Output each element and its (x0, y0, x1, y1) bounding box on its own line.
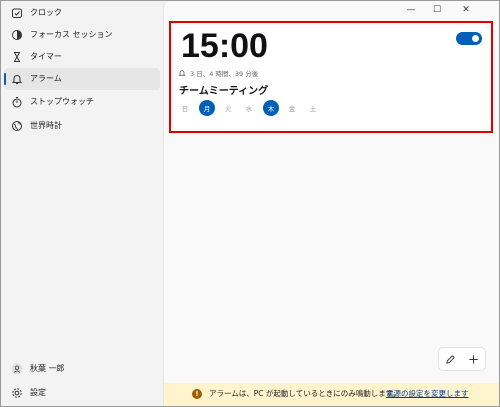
user-account[interactable]: 秋葉 一郎 (4, 358, 160, 380)
bell-icon (10, 72, 24, 86)
hourglass-icon (10, 50, 24, 64)
info-message: アラームは、PC が起動しているときにのみ鳴動します。 (209, 389, 400, 398)
person-icon (10, 362, 24, 376)
sidebar-item-clock[interactable]: クロック (4, 2, 160, 24)
sidebar: クロック フォーカス セッション タイマー アラーム ストップウォッチ 世界時計… (1, 1, 163, 406)
user-name: 秋葉 一郎 (30, 364, 65, 373)
add-alarm-button[interactable] (468, 354, 479, 365)
focus-icon (10, 28, 24, 42)
clock-icon (10, 6, 24, 20)
alarm-actions (438, 347, 486, 371)
sidebar-item-stopwatch[interactable]: ストップウォッチ (4, 91, 160, 113)
globe-icon (10, 119, 24, 133)
sidebar-item-alarm[interactable]: アラーム (4, 68, 160, 90)
sidebar-item-label: クロック (30, 8, 62, 17)
close-button[interactable]: ✕ (455, 3, 477, 17)
selected-indicator (4, 73, 6, 85)
sidebar-item-world-clock[interactable]: 世界時計 (4, 115, 160, 137)
stopwatch-icon (10, 95, 24, 109)
gear-icon (10, 386, 24, 400)
sidebar-item-label: タイマー (30, 52, 62, 61)
sidebar-item-label: 世界時計 (30, 121, 62, 130)
alarm-app-window: クロック フォーカス セッション タイマー アラーム ストップウォッチ 世界時計… (0, 0, 500, 407)
sidebar-item-settings[interactable]: 設定 (4, 382, 160, 404)
close-icon: ✕ (462, 5, 470, 15)
pencil-icon (446, 354, 455, 364)
highlight-frame (169, 21, 493, 133)
warning-icon: ! (192, 389, 202, 399)
sidebar-item-label: 設定 (30, 388, 46, 397)
power-settings-link[interactable]: 電源の設定を変更します (386, 388, 469, 400)
maximize-button[interactable]: ☐ (426, 3, 448, 17)
plus-icon (469, 354, 478, 364)
sidebar-item-label: ストップウォッチ (30, 97, 94, 106)
minimize-button[interactable]: — (400, 3, 422, 17)
sidebar-item-focus-sessions[interactable]: フォーカス セッション (4, 24, 160, 46)
info-bar: ! アラームは、PC が起動しているときにのみ鳴動します。 電源の設定を変更しま… (164, 383, 499, 406)
sidebar-item-label: フォーカス セッション (30, 30, 113, 39)
sidebar-item-timer[interactable]: タイマー (4, 46, 160, 68)
edit-button[interactable] (445, 354, 456, 365)
maximize-icon: ☐ (432, 5, 442, 15)
minimize-icon: — (406, 5, 416, 15)
sidebar-item-label: アラーム (30, 74, 62, 83)
